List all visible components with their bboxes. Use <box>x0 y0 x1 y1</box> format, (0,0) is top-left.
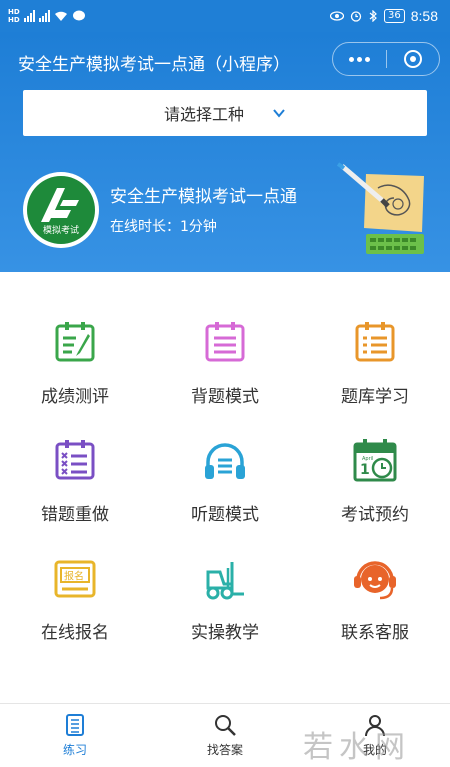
selector-label: 请选择工种 <box>163 105 244 124</box>
question-bank-icon <box>355 322 395 362</box>
menu-item-listen[interactable]: 听题模式 <box>150 438 300 548</box>
wrong-questions-icon <box>55 440 95 480</box>
logo-text: 模拟考试 <box>42 226 79 236</box>
calendar-clock-icon: April 1 <box>353 439 397 482</box>
close-target-icon <box>403 50 422 68</box>
customer-service-icon <box>354 561 396 600</box>
search-icon <box>215 715 236 736</box>
chevron-down-icon <box>273 109 285 118</box>
menu-label: 实操教学 <box>191 623 259 643</box>
menu-label: 联系客服 <box>341 623 409 643</box>
bluetooth-icon <box>369 10 377 22</box>
svg-text:1: 1 <box>360 462 370 478</box>
menu-item-wrong-redo[interactable]: 错题重做 <box>0 438 150 548</box>
job-type-selector[interactable]: 请选择工种 <box>23 90 427 136</box>
header: 安全生产模拟考试一点通（小程序） 请选择工种 模拟考试 安全生产模拟考试一点通 … <box>0 32 450 272</box>
status-right: 36 8:58 <box>330 8 438 24</box>
close-miniprogram-button[interactable] <box>387 43 440 75</box>
menu-label: 错题重做 <box>41 505 109 525</box>
menu-item-signup[interactable]: 报名 在线报名 <box>0 556 150 666</box>
status-left: HD HD <box>8 8 86 24</box>
profile-name: 安全生产模拟考试一点通 <box>110 187 297 207</box>
app-title: 安全生产模拟考试一点通（小程序） <box>18 55 290 75</box>
menu-label: 背题模式 <box>191 387 259 407</box>
hd-badges: HD HD <box>8 8 20 24</box>
tab-practice[interactable]: 练习 <box>0 704 150 767</box>
menu-item-question-bank[interactable]: 题库学习 <box>300 320 450 430</box>
hd-badge-2: HD <box>8 16 20 24</box>
signal-icon-2 <box>38 10 50 22</box>
menu-item-practical[interactable]: 实操教学 <box>150 556 300 666</box>
menu-label: 题库学习 <box>341 387 409 407</box>
menu-item-score[interactable]: 成绩测评 <box>0 320 150 430</box>
menu-label: 考试预约 <box>341 505 409 525</box>
signup-icon: 报名 <box>54 560 96 598</box>
online-duration-value: 1分钟 <box>180 219 217 235</box>
chat-icon <box>72 10 85 21</box>
signal-icon <box>23 10 35 22</box>
menu-item-memorize[interactable]: 背题模式 <box>150 320 300 430</box>
eye-icon <box>330 11 345 21</box>
wifi-icon <box>54 11 67 21</box>
alarm-icon <box>350 11 362 22</box>
practice-icon <box>66 714 84 736</box>
miniprogram-capsule <box>332 42 440 76</box>
study-illustration-icon <box>336 162 424 254</box>
watermark: 若水网 <box>303 730 411 765</box>
memorize-clipboard-icon <box>205 322 245 362</box>
forklift-icon <box>206 562 244 600</box>
clock: 8:58 <box>410 8 438 24</box>
menu-label: 听题模式 <box>191 505 259 525</box>
menu-label: 成绩测评 <box>41 387 109 407</box>
exam-logo-icon: 模拟考试 <box>27 176 95 244</box>
avatar: 模拟考试 <box>23 172 99 248</box>
menu-item-customer-service[interactable]: 联系客服 <box>300 556 450 666</box>
online-duration-label: 在线时长： <box>110 219 180 235</box>
online-duration: 在线时长：1分钟 <box>110 216 217 236</box>
svg-text:报名: 报名 <box>64 570 84 583</box>
more-button[interactable] <box>333 43 386 75</box>
menu-item-exam-booking[interactable]: April 1 考试预约 <box>300 438 450 548</box>
more-icon <box>348 56 370 62</box>
battery-level: 36 <box>384 9 405 23</box>
status-bar: HD HD 36 8:58 <box>0 0 450 32</box>
hd-badge-1: HD <box>8 8 20 16</box>
menu-label: 在线报名 <box>41 623 109 643</box>
headphones-icon <box>205 443 245 479</box>
tab-find-answer[interactable]: 找答案 <box>150 704 300 767</box>
score-clipboard-icon <box>55 322 95 362</box>
tab-label: 找答案 <box>206 743 243 757</box>
tab-label: 练习 <box>62 743 87 757</box>
